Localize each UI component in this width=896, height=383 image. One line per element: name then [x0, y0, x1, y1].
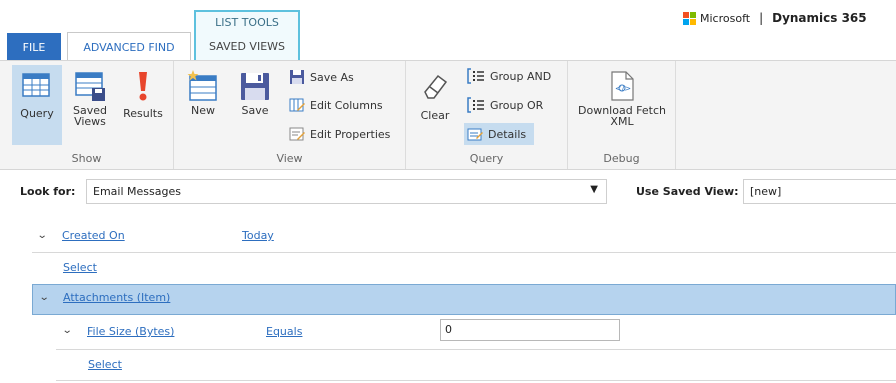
saved-views-icon: [75, 72, 105, 101]
edit-columns-button[interactable]: Edit Columns: [286, 94, 386, 116]
saved-views-button[interactable]: Saved Views: [66, 65, 114, 145]
group-and-icon: [467, 68, 484, 84]
save-as-icon: [290, 70, 304, 84]
new-button[interactable]: New: [180, 65, 226, 145]
query-group-label: Query: [469, 152, 504, 165]
chevron-down-icon[interactable]: ⌄: [39, 292, 50, 303]
results-button-label: Results: [123, 107, 163, 120]
brand-separator: |: [759, 11, 764, 25]
show-group-label: Show: [71, 152, 102, 165]
group-or-label: Group OR: [490, 98, 544, 112]
ribbon-group-show: Query Saved Views Results Show: [0, 61, 174, 169]
save-button-label: Save: [241, 104, 269, 117]
look-for-dropdown[interactable]: Email Messages ▼: [86, 179, 607, 204]
download-fetch-xml-label: Download Fetch XML: [578, 104, 666, 128]
clear-button-label: Clear: [420, 109, 450, 122]
list-tools-label: LIST TOOLS: [215, 16, 279, 29]
edit-columns-label: Edit Columns: [310, 98, 383, 112]
criteria-row-select-nested: Select: [0, 353, 896, 379]
file-size-field-link[interactable]: File Size (Bytes): [87, 325, 174, 338]
new-button-label: New: [191, 104, 215, 117]
query-button[interactable]: Query: [12, 65, 62, 145]
save-disk-icon: [241, 73, 269, 100]
chevron-down-icon[interactable]: ⌄: [37, 230, 48, 241]
attachments-related-link[interactable]: Attachments (Item): [63, 291, 170, 304]
created-on-field-link[interactable]: Created On: [62, 229, 125, 242]
ribbon-group-view: New Save Save As Edit Columns Edit Prope…: [174, 61, 406, 169]
dropdown-arrow-icon: ▼: [590, 184, 598, 195]
results-exclamation-icon: [139, 72, 147, 101]
view-group-label: View: [276, 152, 303, 165]
brand-area: Microsoft | Dynamics 365: [683, 10, 867, 26]
criteria-row-created-on: ⌄ Created On Today: [0, 222, 896, 252]
results-button[interactable]: Results: [118, 65, 168, 145]
today-operator-link[interactable]: Today: [242, 229, 274, 242]
microsoft-logo-icon: [683, 11, 696, 25]
equals-operator-link[interactable]: Equals: [266, 325, 302, 338]
edit-properties-label: Edit Properties: [310, 127, 391, 141]
tab-file[interactable]: FILE: [7, 33, 61, 61]
select-field-link-nested[interactable]: Select: [88, 358, 122, 371]
edit-columns-icon: [289, 98, 305, 112]
microsoft-label: Microsoft: [700, 11, 751, 25]
tab-strip: LIST TOOLS FILE ADVANCED FIND SAVED VIEW…: [0, 0, 896, 61]
fetch-xml-icon: </>: [611, 71, 634, 101]
tab-advanced-find[interactable]: ADVANCED FIND: [67, 32, 191, 61]
group-and-label: Group AND: [490, 69, 552, 83]
save-button[interactable]: Save: [232, 65, 278, 145]
row-divider: [32, 252, 896, 253]
new-view-icon: [187, 70, 217, 101]
row-divider: [56, 380, 896, 381]
group-and-button[interactable]: Group AND: [464, 65, 554, 87]
saved-views-button-label: Saved Views: [73, 104, 107, 128]
file-size-value-input[interactable]: 0: [440, 319, 620, 341]
ribbon-group-debug: </> Download Fetch XML Debug: [568, 61, 676, 169]
eraser-icon: [424, 74, 448, 99]
edit-properties-icon: [289, 127, 305, 141]
details-button[interactable]: Details: [464, 123, 534, 145]
details-label: Details: [488, 127, 527, 141]
look-for-value: Email Messages: [93, 185, 181, 198]
download-fetch-xml-button[interactable]: </> Download Fetch XML: [572, 65, 672, 145]
row-divider: [56, 349, 896, 350]
chevron-down-icon[interactable]: ⌄: [62, 325, 73, 336]
ribbon: Query Saved Views Results Show New Save …: [0, 60, 896, 170]
edit-properties-button[interactable]: Edit Properties: [286, 123, 393, 145]
look-for-bar: Look for: Email Messages ▼ Use Saved Vie…: [0, 176, 896, 208]
saved-view-dropdown[interactable]: [new]: [743, 179, 896, 204]
ribbon-group-query: Clear Group AND Group OR Details Query: [406, 61, 568, 169]
criteria-row-select: Select: [0, 256, 896, 282]
query-button-label: Query: [20, 107, 54, 120]
clear-button[interactable]: Clear: [412, 65, 458, 145]
save-as-label: Save As: [310, 70, 354, 84]
look-for-label: Look for:: [20, 185, 76, 198]
criteria-row-attachments: ⌄ Attachments (Item): [0, 284, 896, 315]
group-or-button[interactable]: Group OR: [464, 94, 546, 116]
use-saved-view-label: Use Saved View:: [636, 185, 739, 198]
details-icon: [467, 128, 483, 141]
group-or-icon: [467, 97, 484, 113]
saved-view-value: [new]: [750, 185, 782, 198]
save-as-button[interactable]: Save As: [286, 66, 357, 88]
query-grid-icon: [22, 73, 50, 97]
criteria-row-file-size: ⌄ File Size (Bytes) Equals 0: [0, 317, 896, 347]
product-name: Dynamics 365: [772, 11, 867, 25]
select-field-link[interactable]: Select: [63, 261, 97, 274]
tab-saved-views[interactable]: SAVED VIEWS: [196, 32, 298, 61]
debug-group-label: Debug: [603, 152, 640, 165]
